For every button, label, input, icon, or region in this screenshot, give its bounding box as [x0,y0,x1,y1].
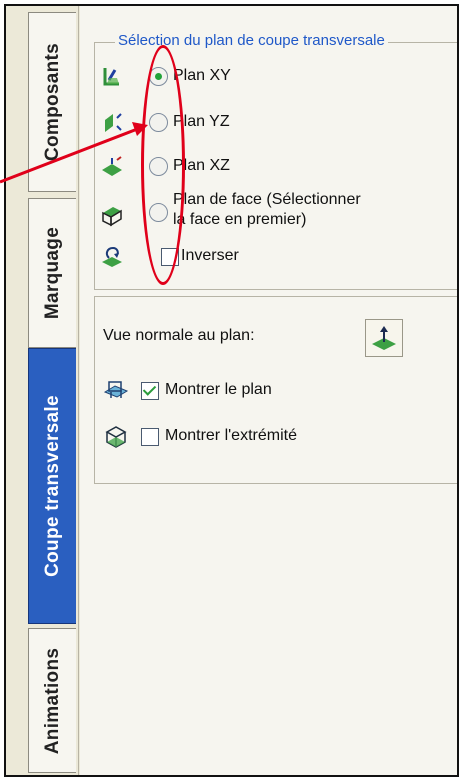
tab-animations-label: Animations [41,647,63,754]
show-plane-checkbox[interactable] [141,382,159,400]
tab-composants[interactable]: Composants [28,12,76,192]
show-end-option[interactable]: Montrer l'extrémité [101,423,401,451]
show-end-label: Montrer l'extrémité [165,427,297,444]
plane-face-label-line2: la face en premier) [173,211,307,228]
view-options-group: Vue normale au plan: Montrer le plan Mon… [94,296,457,484]
tab-coupe-transversale-label: Coupe transversale [41,395,63,577]
normal-view-icon [372,326,396,350]
tab-marquage[interactable]: Marquage [28,198,76,348]
show-end-checkbox[interactable] [141,428,159,446]
tab-coupe-transversale[interactable]: Coupe transversale [28,348,76,624]
plane-selection-legend: Sélection du plan de coupe transversale [115,32,388,49]
plane-xz-icon [102,156,122,176]
tab-composants-label: Composants [41,42,63,162]
tab-content-panel: Sélection du plan de coupe transversale … [80,6,457,775]
plane-yz-icon [105,113,122,132]
show-plane-icon [103,381,129,398]
tab-animations[interactable]: Animations [28,628,76,773]
plane-face-icon [102,207,122,227]
invert-label: Inverser [181,247,239,264]
vertical-tab-strip: Composants Marquage Coupe transversale A… [6,6,79,775]
invert-icon [102,246,122,267]
plane-xy-label: Plan XY [173,67,231,84]
normal-view-button[interactable] [365,319,403,357]
normal-view-label: Vue normale au plan: [103,327,255,344]
show-plane-label: Montrer le plan [165,381,272,398]
plane-face-label-line1: Plan de face (Sélectionner [173,191,361,208]
show-end-icon [105,426,127,448]
tab-marquage-label: Marquage [41,226,63,320]
show-plane-option[interactable]: Montrer le plan [101,377,401,405]
plane-xy-icon [103,68,119,86]
cross-section-panel-window: Composants Marquage Coupe transversale A… [4,4,459,777]
annotation-ellipse [141,45,185,285]
